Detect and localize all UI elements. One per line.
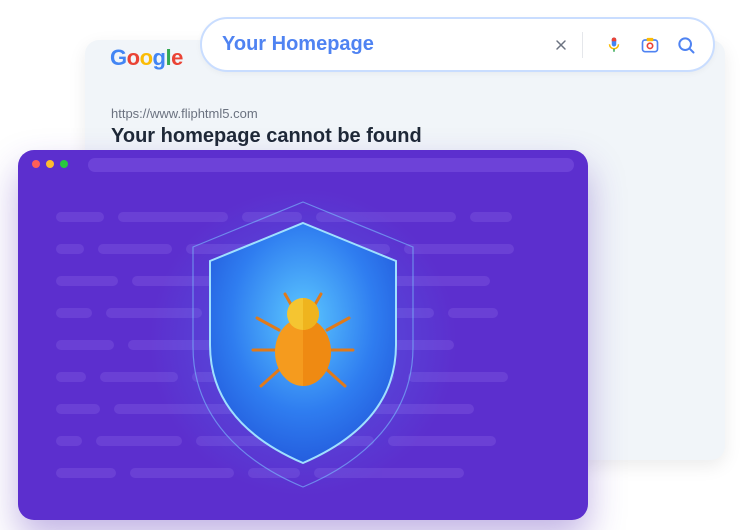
search-input[interactable]: Your Homepage <box>222 33 536 56</box>
google-logo: Google <box>110 45 183 71</box>
close-dot-icon <box>32 160 40 168</box>
address-bar <box>88 158 574 172</box>
result-url: https://www.fliphtml5.com <box>111 106 699 121</box>
divider <box>582 32 583 58</box>
minimize-dot-icon <box>46 160 54 168</box>
voice-search-icon[interactable] <box>603 36 625 54</box>
clear-icon[interactable] <box>550 37 572 53</box>
search-icon[interactable] <box>675 35 697 55</box>
result-title: Your homepage cannot be found <box>111 125 699 148</box>
search-bar[interactable]: Your Homepage <box>200 17 715 72</box>
image-search-icon[interactable] <box>639 35 661 55</box>
protected-window <box>18 150 588 520</box>
bug-icon <box>243 282 363 402</box>
shield-graphic <box>143 182 463 502</box>
maximize-dot-icon <box>60 160 68 168</box>
